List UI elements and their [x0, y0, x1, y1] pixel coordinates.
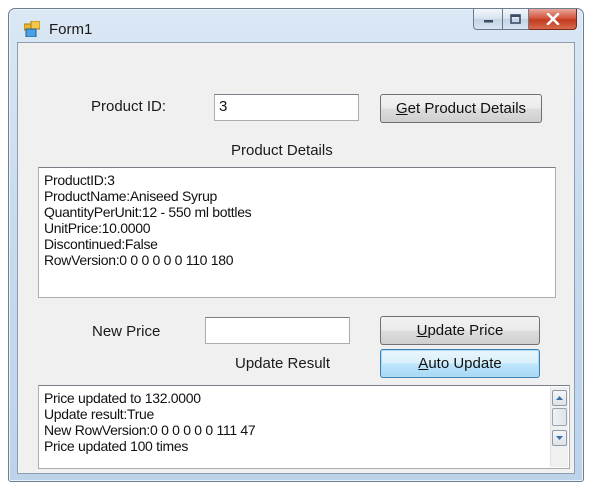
product-details-label: Product Details: [231, 142, 333, 159]
scroll-thumb[interactable]: [552, 408, 567, 426]
scroll-down-button[interactable]: [552, 430, 567, 446]
scroll-down-icon: [556, 436, 563, 440]
close-button[interactable]: [529, 9, 577, 30]
close-icon: [546, 13, 559, 25]
result-line: New RowVersion:0 0 0 0 0 0 111 47: [44, 422, 256, 438]
app-window: Form1 Product ID: 3 Get Product Details …: [8, 8, 584, 482]
product-id-input[interactable]: 3: [214, 94, 359, 121]
result-line: Price updated 100 times: [44, 438, 189, 454]
detail-line: ProductID:3: [44, 172, 115, 188]
detail-line: Discontinued:False: [44, 236, 158, 252]
product-id-label: Product ID:: [91, 98, 167, 115]
new-price-input[interactable]: [205, 317, 350, 344]
caption-buttons: [473, 9, 577, 31]
maximize-button[interactable]: [502, 9, 529, 30]
detail-line: UnitPrice:10.0000: [44, 220, 151, 236]
detail-line: RowVersion:0 0 0 0 0 0 110 180: [44, 252, 234, 268]
maximize-icon: [510, 14, 521, 24]
detail-line: QuantityPerUnit:12 - 550 ml bottles: [44, 204, 252, 220]
detail-line: ProductName:Aniseed Syrup: [44, 188, 218, 204]
new-price-label: New Price: [92, 323, 161, 340]
vertical-scrollbar[interactable]: [550, 387, 568, 467]
product-details-textbox[interactable]: ProductID:3 ProductName:Aniseed Syrup Qu…: [38, 167, 556, 298]
form-app-icon: [24, 21, 40, 37]
update-price-button[interactable]: Update Price: [380, 316, 540, 345]
window-title: Form1: [49, 21, 93, 38]
form-client-area: Product ID: 3 Get Product Details Produc…: [17, 42, 575, 474]
result-line: Price updated to 132.0000: [44, 390, 201, 406]
scroll-up-button[interactable]: [552, 390, 567, 406]
auto-update-button[interactable]: Auto Update: [380, 349, 540, 378]
update-result-label: Update Result: [235, 355, 331, 372]
result-line: Update result:True: [44, 406, 155, 422]
update-result-textbox[interactable]: Price updated to 132.0000 Update result:…: [38, 385, 570, 469]
minimize-icon: [483, 20, 493, 23]
minimize-button[interactable]: [473, 9, 502, 30]
scroll-up-icon: [556, 396, 563, 400]
get-product-details-button[interactable]: Get Product Details: [380, 94, 542, 123]
